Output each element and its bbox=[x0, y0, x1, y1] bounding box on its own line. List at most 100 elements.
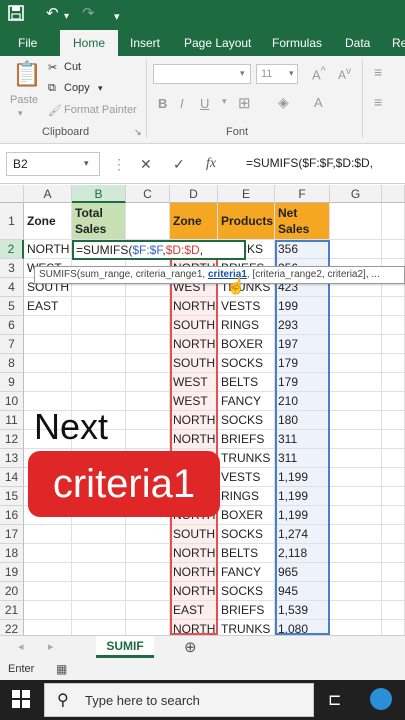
font-color-icon[interactable]: A bbox=[314, 95, 323, 110]
row-header[interactable]: 13 bbox=[0, 449, 24, 468]
table-net-sales-cell[interactable]: 1,080 bbox=[275, 620, 330, 635]
column-header-d[interactable]: D bbox=[170, 185, 218, 203]
row-header[interactable]: 1 bbox=[0, 203, 24, 240]
grid-cell[interactable] bbox=[382, 449, 405, 468]
grid-cell[interactable] bbox=[126, 354, 170, 373]
grid-cell[interactable] bbox=[72, 335, 126, 354]
grid-cell[interactable] bbox=[72, 316, 126, 335]
grid-cell[interactable] bbox=[330, 392, 382, 411]
grid-cell[interactable] bbox=[72, 373, 126, 392]
grid-cell[interactable] bbox=[24, 335, 72, 354]
grid-cell[interactable] bbox=[126, 563, 170, 582]
task-view-icon[interactable]: ⊏ bbox=[328, 690, 341, 710]
table-net-sales-cell[interactable]: 210 bbox=[275, 392, 330, 411]
grid-cell[interactable] bbox=[126, 544, 170, 563]
check-icon[interactable]: ✓ bbox=[173, 156, 185, 173]
row-header[interactable]: 11 bbox=[0, 411, 24, 430]
table-zone-cell[interactable]: NORTH bbox=[170, 411, 218, 430]
windows-start-icon[interactable] bbox=[12, 690, 30, 713]
grid-cell[interactable] bbox=[126, 316, 170, 335]
row-header[interactable]: 2 bbox=[0, 240, 24, 259]
table-net-sales-cell[interactable]: 1,199 bbox=[275, 468, 330, 487]
table-net-sales-cell[interactable]: 180 bbox=[275, 411, 330, 430]
grid-cell[interactable] bbox=[382, 525, 405, 544]
grid-cell[interactable] bbox=[24, 544, 72, 563]
table-product-cell[interactable]: BOXER bbox=[218, 506, 275, 525]
table-net-sales-cell[interactable]: 1,199 bbox=[275, 506, 330, 525]
grid-cell[interactable] bbox=[330, 335, 382, 354]
sheet-tab-sumif[interactable]: SUMIF bbox=[96, 636, 154, 658]
select-all-corner[interactable] bbox=[0, 185, 24, 203]
table-zone-cell[interactable]: WEST bbox=[170, 373, 218, 392]
grid-cell[interactable] bbox=[72, 582, 126, 601]
copy-dropdown-icon[interactable]: ▾ bbox=[98, 83, 103, 94]
scroll-left-icon[interactable]: ◂ bbox=[18, 640, 24, 653]
row-header[interactable]: 21 bbox=[0, 601, 24, 620]
column-header-e[interactable]: E bbox=[218, 185, 275, 203]
row-header[interactable]: 3 bbox=[0, 259, 24, 278]
paste-dropdown-icon[interactable]: ▾ bbox=[18, 108, 23, 119]
grid-cell[interactable] bbox=[126, 392, 170, 411]
grid-cell[interactable] bbox=[382, 487, 405, 506]
grid-cell[interactable] bbox=[382, 601, 405, 620]
table-net-sales-cell[interactable]: 311 bbox=[275, 449, 330, 468]
table-net-sales-cell[interactable]: 945 bbox=[275, 582, 330, 601]
paste-button[interactable]: Paste bbox=[10, 94, 38, 106]
table-zone-cell[interactable]: NORTH bbox=[170, 620, 218, 635]
table-net-sales-cell[interactable]: 1,274 bbox=[275, 525, 330, 544]
grid-cell[interactable] bbox=[72, 297, 126, 316]
grid-cell[interactable] bbox=[24, 620, 72, 635]
cut-button[interactable]: Cut bbox=[64, 61, 81, 73]
table-product-cell[interactable]: SOCKS bbox=[218, 582, 275, 601]
column-header-h[interactable] bbox=[382, 185, 405, 203]
grid-cell[interactable] bbox=[72, 563, 126, 582]
grid-cell[interactable] bbox=[330, 601, 382, 620]
grid-cell[interactable] bbox=[330, 620, 382, 635]
table-product-cell[interactable]: BRIEFS bbox=[218, 601, 275, 620]
table-net-sales-cell[interactable]: 179 bbox=[275, 354, 330, 373]
tab-file[interactable]: File bbox=[18, 30, 37, 56]
table-zone-cell[interactable]: SOUTH bbox=[170, 354, 218, 373]
undo-icon[interactable]: ↶ bbox=[46, 5, 59, 23]
zone-cell[interactable]: NORTH bbox=[24, 240, 72, 259]
table-zone-cell[interactable]: WEST bbox=[170, 392, 218, 411]
table-product-cell[interactable]: RINGS bbox=[218, 487, 275, 506]
dialog-launcher-icon[interactable]: ↘ bbox=[134, 127, 142, 138]
grid-cell[interactable] bbox=[72, 601, 126, 620]
table-product-cell[interactable]: BELTS bbox=[218, 544, 275, 563]
table-product-cell[interactable]: FANCY bbox=[218, 563, 275, 582]
tab-page-layout[interactable]: Page Layout bbox=[184, 30, 251, 56]
grid-cell[interactable] bbox=[382, 506, 405, 525]
row-header[interactable]: 16 bbox=[0, 506, 24, 525]
grid-cell[interactable] bbox=[382, 563, 405, 582]
font-name-dropdown-icon[interactable]: ▾ bbox=[240, 68, 245, 79]
row-header[interactable]: 4 bbox=[0, 278, 24, 297]
table-product-cell[interactable]: VESTS bbox=[218, 297, 275, 316]
grid-cell[interactable] bbox=[330, 411, 382, 430]
grid-cell[interactable] bbox=[330, 506, 382, 525]
italic-icon[interactable]: I bbox=[180, 96, 184, 111]
fill-color-icon[interactable]: ◈ bbox=[278, 94, 289, 111]
grow-font-icon[interactable]: A^ bbox=[312, 65, 326, 82]
scroll-right-icon[interactable]: ▸ bbox=[48, 640, 54, 653]
grid-cell[interactable] bbox=[382, 297, 405, 316]
row-header[interactable]: 20 bbox=[0, 582, 24, 601]
column-header-g[interactable]: G bbox=[330, 185, 382, 203]
table-net-sales-cell[interactable]: 197 bbox=[275, 335, 330, 354]
active-cell-editor[interactable]: =SUMIFS($F:$F,$D:$D, bbox=[72, 240, 246, 260]
grid-cell[interactable] bbox=[126, 601, 170, 620]
accessibility-icon[interactable]: ▦ bbox=[56, 662, 67, 676]
grid-cell[interactable] bbox=[330, 373, 382, 392]
grid-cell[interactable] bbox=[330, 297, 382, 316]
close-icon[interactable]: ✕ bbox=[140, 156, 152, 173]
edge-browser-icon[interactable] bbox=[370, 688, 392, 710]
table-net-sales-cell[interactable]: 311 bbox=[275, 430, 330, 449]
insert-function-button[interactable]: fx bbox=[206, 156, 216, 172]
grid-cell[interactable] bbox=[126, 430, 170, 449]
grid-cell[interactable] bbox=[24, 563, 72, 582]
header-products[interactable]: Products bbox=[218, 203, 275, 240]
grid-cell[interactable] bbox=[126, 525, 170, 544]
tab-review[interactable]: Re bbox=[392, 30, 405, 56]
font-name-field[interactable] bbox=[153, 64, 251, 84]
table-net-sales-cell[interactable]: 179 bbox=[275, 373, 330, 392]
